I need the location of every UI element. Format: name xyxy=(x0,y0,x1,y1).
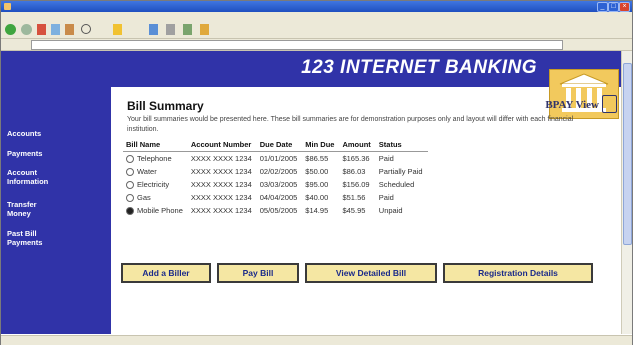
amount-cell: $86.03 xyxy=(342,167,366,176)
amount-cell: $165.36 xyxy=(342,154,370,163)
amount-cell: $45.95 xyxy=(342,206,366,215)
pay-bill-button[interactable]: Pay Bill xyxy=(217,263,299,283)
title-bar: _ □ × xyxy=(1,1,632,12)
print-icon[interactable] xyxy=(183,24,192,35)
due-date-cell: 01/01/2005 xyxy=(259,154,298,163)
sidebar-item-transfer-money[interactable]: Transfer Money xyxy=(7,200,37,218)
account-number-cell: XXXX XXXX 1234 xyxy=(190,206,252,215)
min-due-cell: $95.00 xyxy=(305,180,329,189)
mail-icon[interactable] xyxy=(166,24,175,35)
page-title: Bill Summary xyxy=(127,99,204,113)
status-bar xyxy=(1,335,632,345)
table-row[interactable]: Water XXXX XXXX 1234 02/02/2005 $50.00 $… xyxy=(123,165,428,178)
page-banner: 123 INTERNET BANKING xyxy=(1,51,621,87)
search-icon[interactable] xyxy=(81,24,105,35)
amount-cell: $156.09 xyxy=(342,180,370,189)
add-biller-button[interactable]: Add a Biller xyxy=(121,263,211,283)
account-number-cell: XXXX XXXX 1234 xyxy=(190,180,252,189)
bpay-icon xyxy=(602,95,617,113)
column-header-status: Status xyxy=(375,139,428,152)
bill-radio-selected[interactable] xyxy=(126,207,134,215)
bill-name-cell: Mobile Phone xyxy=(123,204,188,217)
sidebar-item-payments[interactable]: Payments xyxy=(7,149,42,158)
amount-cell: $51.56 xyxy=(342,193,366,202)
column-header-amount: Amount xyxy=(339,139,376,152)
bpay-view-label: BPAY View xyxy=(545,99,599,111)
vertical-scrollbar[interactable] xyxy=(621,51,632,334)
bill-name: Water xyxy=(137,166,157,176)
history-icon[interactable] xyxy=(149,24,158,35)
bill-name-cell: Water xyxy=(123,165,188,178)
back-icon[interactable] xyxy=(5,24,16,35)
min-due-cell: $40.00 xyxy=(305,193,329,202)
bill-summary-description: Your bill summaries would be presented h… xyxy=(127,116,574,133)
table-row[interactable]: Telephone XXXX XXXX 1234 01/01/2005 $86.… xyxy=(123,152,428,166)
table-row[interactable]: Electricity XXXX XXXX 1234 03/03/2005 $9… xyxy=(123,178,428,191)
status-cell: Paid xyxy=(378,154,394,163)
address-input[interactable] xyxy=(31,40,563,50)
due-date-cell: 05/05/2005 xyxy=(259,206,298,215)
min-due-cell: $50.00 xyxy=(305,167,329,176)
bill-name-cell: Electricity xyxy=(123,178,188,191)
registration-details-button[interactable]: Registration Details xyxy=(443,263,593,283)
main-panel: Bill Summary BPAY View Your bill summari… xyxy=(119,87,619,334)
menu-bar xyxy=(1,12,632,21)
account-number-cell: XXXX XXXX 1234 xyxy=(190,167,252,176)
bill-radio[interactable] xyxy=(126,194,134,202)
status-cell: Unpaid xyxy=(378,206,403,215)
due-date-cell: 04/04/2005 xyxy=(259,193,298,202)
bill-name-cell: Telephone xyxy=(123,152,188,166)
bill-radio[interactable] xyxy=(126,168,134,176)
home-icon[interactable] xyxy=(65,24,74,35)
forward-icon[interactable] xyxy=(21,24,32,35)
favorites-icon[interactable] xyxy=(113,24,122,35)
stop-icon[interactable] xyxy=(37,24,46,35)
column-header-account-number: Account Number xyxy=(187,139,257,152)
sidebar-item-account-information[interactable]: Account Information xyxy=(7,168,48,186)
table-row[interactable]: Mobile Phone XXXX XXXX 1234 05/05/2005 $… xyxy=(123,204,428,217)
account-number-cell: XXXX XXXX 1234 xyxy=(190,193,252,202)
scrollbar-thumb[interactable] xyxy=(623,63,632,245)
bill-name: Gas xyxy=(137,192,151,202)
address-bar xyxy=(1,39,632,51)
page-content: 123 INTERNET BANKING Accounts Payments A… xyxy=(1,51,621,334)
table-row[interactable]: Gas XXXX XXXX 1234 04/04/2005 $40.00 $51… xyxy=(123,191,428,204)
sidebar-nav: Accounts Payments Account Information Tr… xyxy=(1,87,111,334)
minimize-button[interactable]: _ xyxy=(597,2,608,12)
bank-title: 123 INTERNET BANKING xyxy=(301,57,537,78)
browser-icon xyxy=(4,3,11,10)
min-due-cell: $14.95 xyxy=(305,206,329,215)
edit-icon[interactable] xyxy=(200,24,209,35)
browser-window: _ □ × 123 INTERNET BANKING Accounts Paym… xyxy=(0,0,633,345)
maximize-button[interactable]: □ xyxy=(608,2,619,12)
close-button[interactable]: × xyxy=(619,2,630,12)
table-header-row: Bill Name Account Number Due Date Min Du… xyxy=(123,139,428,152)
bill-name: Telephone xyxy=(137,153,172,163)
due-date-cell: 03/03/2005 xyxy=(259,180,298,189)
status-cell: Partially Paid xyxy=(378,167,423,176)
bills-table: Bill Name Account Number Due Date Min Du… xyxy=(123,139,428,217)
bill-radio[interactable] xyxy=(126,155,134,163)
sidebar-item-past-bill-payments[interactable]: Past Bill Payments xyxy=(7,229,42,247)
toolbar xyxy=(1,21,632,39)
status-cell: Paid xyxy=(378,193,394,202)
bill-name: Electricity xyxy=(137,179,170,189)
min-due-cell: $86.55 xyxy=(305,154,329,163)
status-cell: Scheduled xyxy=(378,180,415,189)
account-number-cell: XXXX XXXX 1234 xyxy=(190,154,252,163)
bill-name-cell: Gas xyxy=(123,191,188,204)
due-date-cell: 02/02/2005 xyxy=(259,167,298,176)
bill-radio[interactable] xyxy=(126,181,134,189)
refresh-icon[interactable] xyxy=(51,24,60,35)
bill-name: Mobile Phone xyxy=(137,205,183,215)
view-detailed-bill-button[interactable]: View Detailed Bill xyxy=(305,263,437,283)
column-header-min-due: Min Due xyxy=(302,139,340,152)
sidebar-item-accounts[interactable]: Accounts xyxy=(7,129,41,138)
column-header-due-date: Due Date xyxy=(256,139,303,152)
column-header-bill-name: Bill Name xyxy=(123,139,188,152)
